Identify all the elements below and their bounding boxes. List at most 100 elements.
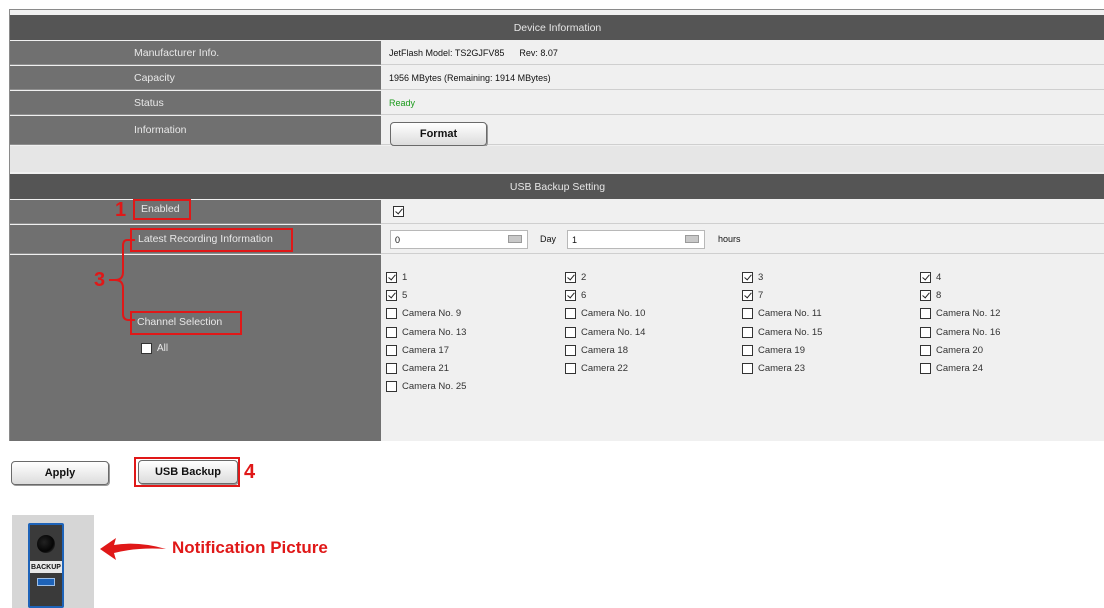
channel-checkbox[interactable]	[920, 345, 931, 356]
channel-checkbox[interactable]	[386, 308, 397, 319]
apply-button[interactable]: Apply	[11, 461, 109, 485]
channel-checkbox[interactable]	[565, 345, 576, 356]
annotation-number-4: 4	[244, 461, 256, 483]
spacer-row	[10, 146, 1104, 172]
channel-option[interactable]: Camera No. 12	[920, 308, 1000, 319]
channel-checkbox[interactable]	[565, 363, 576, 374]
channel-checkbox[interactable]	[920, 327, 931, 338]
channel-label: Camera No. 15	[758, 327, 823, 338]
channel-option[interactable]: Camera No. 14	[565, 327, 645, 338]
hours-unit-label: hours	[718, 234, 741, 244]
channel-option[interactable]: 6	[565, 290, 586, 301]
channel-label: Camera 20	[936, 345, 983, 356]
channel-option[interactable]: Camera 21	[386, 363, 449, 374]
notification-image-bg: BACKUP	[12, 515, 94, 608]
manufacturer-label: Manufacturer Info.	[10, 41, 381, 65]
channel-label: Camera 23	[758, 363, 805, 374]
status-label: Status	[10, 91, 381, 115]
channel-option[interactable]: Camera No. 10	[565, 308, 645, 319]
all-label: All	[157, 343, 169, 354]
channel-label: Camera 21	[402, 363, 449, 374]
channel-checkbox[interactable]	[565, 272, 576, 283]
capacity-label: Capacity	[10, 66, 381, 90]
channel-label: Camera No. 14	[581, 327, 646, 338]
channel-label: Camera 22	[581, 363, 628, 374]
channel-label: 3	[758, 272, 764, 283]
channel-checkbox[interactable]	[742, 272, 753, 283]
latest-recording-label: Latest Recording Information	[138, 233, 273, 245]
all-checkbox[interactable]	[141, 343, 152, 354]
keyboard-icon[interactable]	[508, 235, 522, 243]
channel-label: Camera 24	[936, 363, 983, 374]
information-label: Information	[10, 116, 381, 145]
backup-icon-label: BACKUP	[30, 561, 62, 573]
channel-checkbox[interactable]	[386, 290, 397, 301]
channel-checkbox[interactable]	[386, 272, 397, 283]
arrow-icon	[100, 538, 166, 560]
channel-label: 2	[581, 272, 587, 283]
channel-option[interactable]: Camera 17	[386, 345, 449, 356]
channel-checkbox[interactable]	[565, 327, 576, 338]
day-unit-label: Day	[540, 234, 557, 244]
channel-option[interactable]: Camera 20	[920, 345, 983, 356]
channel-checkbox[interactable]	[920, 308, 931, 319]
channel-checkbox[interactable]	[386, 327, 397, 338]
backup-device-icon: BACKUP	[28, 523, 64, 608]
channel-option[interactable]: Camera 22	[565, 363, 628, 374]
channel-option[interactable]: 5	[386, 290, 407, 301]
channel-option[interactable]: 7	[742, 290, 763, 301]
channel-label: Camera No. 9	[402, 308, 462, 319]
keyboard-icon[interactable]	[685, 235, 699, 243]
channel-option[interactable]: Camera No. 15	[742, 327, 822, 338]
format-button[interactable]: Format	[390, 122, 487, 146]
channel-checkbox[interactable]	[386, 381, 397, 392]
notification-picture-label: Notification Picture	[172, 538, 328, 557]
enabled-checkbox[interactable]	[393, 206, 404, 217]
channel-label: 8	[936, 290, 942, 301]
usb-backup-button[interactable]: USB Backup	[138, 460, 238, 484]
channel-label: Camera No. 10	[581, 308, 646, 319]
channel-checkbox[interactable]	[920, 363, 931, 374]
information-value	[381, 116, 1104, 145]
capacity-value: 1956 MBytes (Remaining: 1914 MBytes)	[381, 66, 1104, 90]
channel-checkbox[interactable]	[920, 272, 931, 283]
channel-label: Camera 18	[581, 345, 628, 356]
all-channels-option[interactable]: All	[141, 343, 168, 354]
channel-option[interactable]: Camera No. 16	[920, 327, 1000, 338]
channel-label: 4	[936, 272, 942, 283]
channel-checkbox[interactable]	[742, 345, 753, 356]
channel-checkbox[interactable]	[565, 308, 576, 319]
channel-selection-label: Channel Selection	[137, 316, 223, 328]
status-value: Ready	[381, 91, 1104, 115]
channel-checkbox[interactable]	[742, 363, 753, 374]
channel-option[interactable]: Camera No. 11	[742, 308, 822, 319]
channel-label: 5	[402, 290, 408, 301]
channel-option[interactable]: Camera No. 9	[386, 308, 461, 319]
channel-label: Camera No. 16	[936, 327, 1001, 338]
channel-option[interactable]: Camera 24	[920, 363, 983, 374]
usb-port-icon	[37, 578, 55, 586]
channel-option[interactable]: Camera No. 25	[386, 381, 466, 392]
channel-label: 1	[402, 272, 408, 283]
channel-checkbox[interactable]	[742, 290, 753, 301]
channel-option[interactable]: 4	[920, 272, 941, 283]
channel-option[interactable]: 2	[565, 272, 586, 283]
channel-checkbox[interactable]	[742, 308, 753, 319]
channel-checkbox[interactable]	[742, 327, 753, 338]
channel-option[interactable]: Camera 19	[742, 345, 805, 356]
channel-label: Camera 17	[402, 345, 449, 356]
channel-checkbox[interactable]	[565, 290, 576, 301]
channel-option[interactable]: 8	[920, 290, 941, 301]
channel-option[interactable]: 3	[742, 272, 763, 283]
enabled-row-value	[381, 200, 1104, 224]
channel-option[interactable]: Camera No. 13	[386, 327, 466, 338]
channel-option[interactable]: Camera 18	[565, 345, 628, 356]
channel-row-label	[10, 255, 381, 441]
channel-label: Camera No. 25	[402, 381, 467, 392]
channel-option[interactable]: 1	[386, 272, 407, 283]
channel-checkbox[interactable]	[386, 345, 397, 356]
channel-checkbox[interactable]	[920, 290, 931, 301]
device-info-header: Device Information	[10, 15, 1104, 40]
channel-option[interactable]: Camera 23	[742, 363, 805, 374]
channel-checkbox[interactable]	[386, 363, 397, 374]
